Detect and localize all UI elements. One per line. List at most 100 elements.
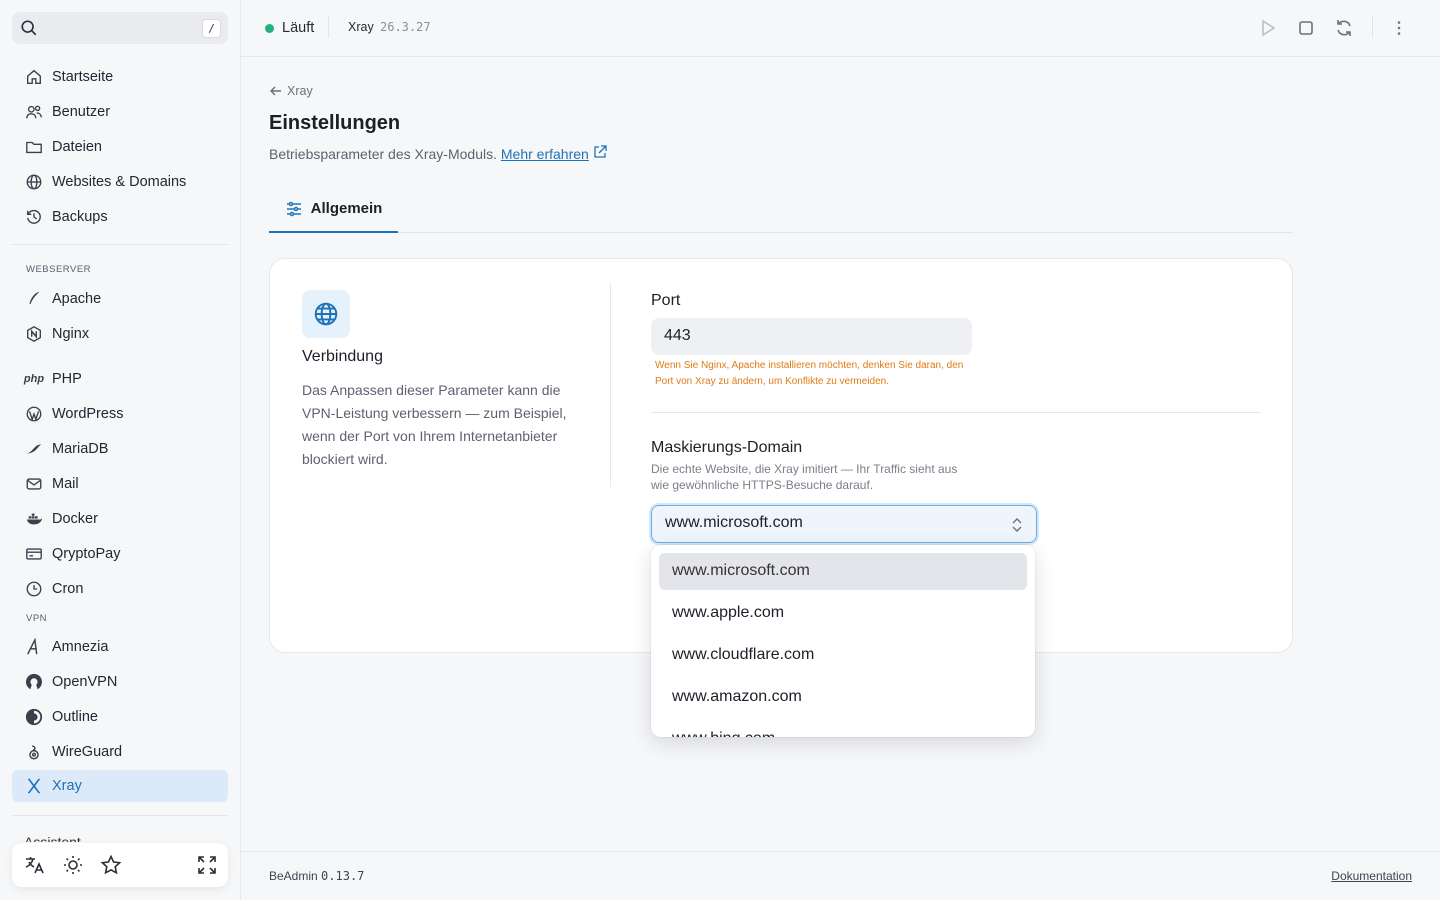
home-icon [24,67,44,87]
tab-allgemein[interactable]: Allgemein [269,186,398,233]
sidebar-item-label: Outline [52,709,98,725]
sidebar: / Startseite Benutzer Dateien Websites &… [0,0,241,900]
sidebar-item-amnezia[interactable]: Amnezia [12,631,228,663]
domain-dropdown: www.microsoft.com www.apple.com www.clou… [651,545,1035,737]
docker-icon [24,509,44,529]
sidebar-item-benutzer[interactable]: Benutzer [12,96,228,128]
sidebar-item-docker[interactable]: Docker [12,503,228,535]
sidebar-item-mariadb[interactable]: MariaDB [12,433,228,465]
sidebar-item-label: Docker [52,511,98,527]
clock-icon [24,579,44,599]
port-input[interactable]: 443 [651,318,972,355]
restart-icon[interactable] [1334,18,1354,38]
dropdown-option[interactable]: www.microsoft.com [659,553,1027,590]
sidebar-item-cron[interactable]: Cron [12,573,228,605]
sidebar-item-label: Benutzer [52,104,111,120]
documentation-link[interactable]: Dokumentation [1331,869,1412,883]
card-globe-badge [302,290,350,338]
sidebar-item-label: WordPress [52,406,124,422]
search-input[interactable]: / [12,12,228,44]
users-icon [24,102,44,122]
translate-icon[interactable] [24,854,46,876]
sidebar-item-wireguard[interactable]: WireGuard [12,736,228,768]
port-label: Port [651,292,681,309]
wordpress-icon [24,404,44,424]
sidebar-item-backups[interactable]: Backups [12,201,228,233]
sidebar-item-mail[interactable]: Mail [12,468,228,500]
sidebar-item-label: MariaDB [52,441,109,457]
dropdown-option[interactable]: www.amazon.com [659,679,1027,716]
page-subtitle: Betriebsparameter des Xray-Moduls. Mehr … [269,145,607,162]
sidebar-item-label: Backups [52,209,108,225]
sidebar-divider [12,815,228,816]
domain-label: Maskierungs-Domain [651,439,803,456]
sidebar-item-outline[interactable]: Outline [12,701,228,733]
sidebar-item-label: PHP [52,371,82,387]
stop-icon[interactable] [1296,18,1316,38]
topbar: Läuft Xray 26.3.27 [241,0,1440,57]
dropdown-option[interactable]: www.bing.com [659,721,1027,737]
sidebar-item-label: Startseite [52,69,114,85]
globe-icon [24,172,44,192]
play-icon[interactable] [1258,18,1278,38]
learn-more-link[interactable]: Mehr erfahren [501,146,589,162]
history-icon [24,207,44,227]
module-version: 26.3.27 [380,20,431,34]
dropdown-option[interactable]: www.apple.com [659,595,1027,632]
sidebar-item-dateien[interactable]: Dateien [12,131,228,163]
search-shortcut-key: / [202,19,221,38]
arrow-left-icon [270,86,281,96]
topbar-separator [1372,16,1373,38]
card-divider [610,283,611,487]
sidebar-item-xray[interactable]: Xray [12,770,228,802]
footer: BeAdmin 0.13.7 Dokumentation [241,851,1440,900]
domain-select-value: www.microsoft.com [665,514,803,531]
fullscreen-icon[interactable] [196,854,218,876]
dropdown-option[interactable]: www.cloudflare.com [659,637,1027,674]
domain-select[interactable]: www.microsoft.com [651,505,1037,543]
sidebar-item-websites[interactable]: Websites & Domains [12,166,228,198]
sidebar-item-nginx[interactable]: Nginx [12,318,228,350]
sidebar-divider [12,244,228,245]
theme-sun-icon[interactable] [62,854,84,876]
sidebar-item-php[interactable]: php PHP [12,363,228,395]
sidebar-item-label: Dateien [52,139,102,155]
sidebar-item-label: Nginx [52,326,90,342]
card-title: Verbindung [302,348,383,365]
php-icon: php [23,373,45,385]
sidebar-item-wordpress[interactable]: WordPress [12,398,228,430]
sidebar-item-qryptopay[interactable]: QryptoPay [12,538,228,570]
feather-icon [24,289,44,309]
domain-hint: Die echte Website, die Xray imitiert — I… [651,462,958,492]
sidebar-item-label: Cron [52,581,84,597]
sidebar-item-label: Websites & Domains [52,174,187,190]
field-divider [651,412,1261,413]
nginx-icon [24,324,44,344]
more-vertical-icon[interactable] [1389,18,1409,38]
sidebar-item-apache[interactable]: Apache [12,283,228,315]
card-description: Das Anpassen dieser Parameter kann die V… [302,382,567,467]
folder-icon [24,137,44,157]
section-label-vpn: VPN [26,613,48,624]
star-icon[interactable] [100,854,122,876]
section-label-webserver: WEBSERVER [26,264,92,275]
sidebar-item-openvpn[interactable]: OpenVPN [12,666,228,698]
tab-label: Allgemein [310,200,383,217]
module-name: Xray [348,20,374,34]
wireguard-icon [24,742,44,762]
sliders-icon [286,201,301,216]
back-link[interactable]: Xray [269,84,313,98]
sidebar-item-label: OpenVPN [52,674,118,690]
external-link-icon [594,145,607,158]
footer-app-info: BeAdmin 0.13.7 [269,869,364,883]
sidebar-item-label: Xray [52,778,82,794]
status-indicator-dot [265,24,274,33]
sidebar-item-label: Amnezia [52,639,109,655]
search-icon [21,20,37,36]
mariadb-icon [24,439,44,459]
mail-icon [24,474,44,494]
sidebar-item-startseite[interactable]: Startseite [12,61,228,93]
page-subtitle-text: Betriebsparameter des Xray-Moduls. [269,146,497,162]
sidebar-item-label: Apache [52,291,102,307]
sidebar-item-assistent[interactable]: Assistent [24,832,81,842]
